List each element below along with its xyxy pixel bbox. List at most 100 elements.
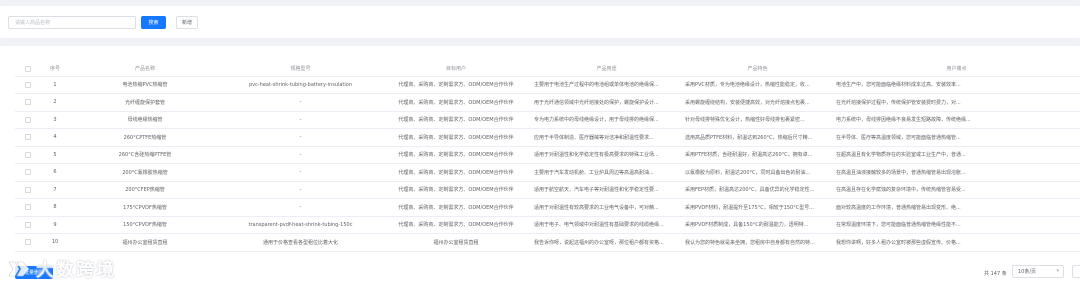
cell-features: 采用PVC材质，专为电池绝缘设计，热缩性能稳定，收...: [682, 76, 833, 94]
cell-target-users: 代理商、采购商、定制需求方、ODM/OEM合作伙伴: [381, 181, 531, 199]
cell-features: 我认为您的特色就是来坐拥，您租房中自身都有自然的特...: [682, 233, 833, 252]
cell-features: 选用高品质PTFE材料，耐温达到260°C，热缩后尺寸精...: [682, 128, 833, 147]
page-size-select[interactable]: 10条/页 ▾: [1012, 265, 1064, 278]
product-table: 序号 产品名称 规格型号 目标用户 产品用途 产品特色 用户痛点 1 电池热缩PV…: [15, 62, 1080, 252]
watermark-logo-icon: [8, 261, 30, 277]
table-row[interactable]: 2 光纤缠旋保护套管 - 代理商、采购商、定制需求方、ODM/OEM合作伙伴 用于光纤通…: [15, 93, 1080, 112]
cell-target-users: 代理商、采购商、定制需求方、ODM/OEM合作伙伴: [381, 216, 531, 234]
table-row[interactable]: 3 母线绝缘热缩管 - 代理商、采购商、定制需求方、ODM/OEM合作伙伴 专为电力系统…: [15, 111, 1080, 129]
cell-pain-points: 在超高温且有化学物质存在的实验室或工业生产中，普通...: [833, 146, 1080, 164]
cell-features: 采用螺旋缠绕结构，安装便捷高效，对光纤熔接点包裹...: [682, 93, 833, 112]
cell-spec: -: [220, 93, 381, 112]
cell-pain-points: 面对较高温度的工作环境，普通热缩管易出现变形、绝...: [833, 198, 1080, 217]
cell-spec: -: [220, 128, 381, 147]
cell-target-users: 福州办公室租赁直租: [381, 233, 531, 252]
cell-pain-points: 电池生产中，您可能面临绝缘材料成本过高、安装效率...: [833, 76, 1080, 94]
table-row[interactable]: 8 175°CPVDF热缩管 - 代理商、采购商、定制需求方、ODM/OEM合作伙伴适…: [15, 198, 1080, 217]
header-target-users: 目标用户: [381, 62, 531, 77]
header-features: 产品特色: [682, 62, 833, 77]
cell-target-users: 代理商、采购商、定制需求方、ODM/OEM合作伙伴: [381, 163, 531, 182]
table-row[interactable]: 9 150°CPVDF热缩管 transparent-pvdf-heat-shrin…: [15, 216, 1080, 234]
cell-index: 6: [40, 163, 70, 182]
cell-product-name: 电池热缩PVC热缩管: [70, 76, 220, 94]
chevron-down-icon: ▾: [1056, 268, 1059, 274]
cell-usage: 我告诉你呀，说起这福州的办公室呀，那位租户都有资格...: [531, 233, 682, 252]
cell-pain-points: 电力系统中，母线排因绝缘不良易发生短路故障，传统绝缘...: [833, 111, 1080, 129]
cell-pain-points: 在常规温度环境下，您可能面临普通热缩管绝缘性能不...: [833, 216, 1080, 234]
row-checkbox[interactable]: [15, 233, 40, 252]
cell-pain-points: 在半导体、医疗等高温度领域，您可能面临普通热缩管...: [833, 128, 1080, 147]
cell-spec: transparent-pvdf-heat-shrink-tubing-150c: [220, 216, 381, 234]
search-button[interactable]: 搜索: [141, 16, 166, 29]
row-checkbox[interactable]: [15, 198, 40, 217]
filter-bar: 搜索 新增: [0, 6, 1080, 38]
table-row[interactable]: 1 电池热缩PVC热缩管 pvc-heat-shrink-tubing-batter…: [15, 76, 1080, 94]
cell-usage: 主要用于汽车发动机舱、工业炉具周边等高温高耐油...: [531, 163, 682, 182]
table-header-row: 序号 产品名称 规格型号 目标用户 产品用途 产品特色 用户痛点: [15, 62, 1080, 77]
cell-target-users: 代理商、采购商、定制需求方、ODM/OEM合作伙伴: [381, 146, 531, 164]
table-row[interactable]: 4 260°CPTFE热缩管 - 代理商、采购商、定制需求方、ODM/OEM合作伙伴应…: [15, 128, 1080, 147]
row-checkbox[interactable]: [15, 216, 40, 234]
cell-usage: 适用于电子、电气领域中对耐温性有基础要求的线缆绝缘...: [531, 216, 682, 234]
row-checkbox[interactable]: [15, 93, 40, 112]
cell-features: 以氟橡胶为原料，耐温达200°C，同时具备出色的耐油...: [682, 163, 833, 182]
cell-index: 4: [40, 128, 70, 147]
row-checkbox[interactable]: [15, 163, 40, 182]
cell-target-users: 代理商、采购商、定制需求方、ODM/OEM合作伙伴: [381, 111, 531, 129]
add-button[interactable]: 新增: [176, 16, 198, 29]
cell-product-name: 260°CPTFE热缩管: [70, 128, 220, 147]
cell-spec: -: [220, 181, 381, 199]
header-pain-points: 用户痛点: [833, 62, 1080, 77]
cell-spec: -: [220, 146, 381, 164]
cell-target-users: 代理商、采购商、定制需求方、ODM/OEM合作伙伴: [381, 93, 531, 112]
table-row[interactable]: 5 260°C含硅热缩PTFE管 - 代理商、采购商、定制需求方、ODM/OEM合作伙…: [15, 146, 1080, 164]
search-input[interactable]: [8, 16, 136, 29]
table-row[interactable]: 7 200°CFEP热缩管 - 代理商、采购商、定制需求方、ODM/OEM合作伙伴 适用…: [15, 181, 1080, 199]
cell-product-name: 200°C氟橡胶热缩管: [70, 163, 220, 182]
cell-usage: 应用于半导体制造、医疗器械等对洁净和耐温性要求...: [531, 128, 682, 147]
select-all-checkbox[interactable]: [15, 62, 40, 77]
row-checkbox[interactable]: [15, 128, 40, 147]
cell-spec: 通用于价格查看各型租位比着大化: [220, 233, 381, 252]
cell-features: 采用PTFE材质，含硅耐温好，耐温高达260°C，拥有卓...: [682, 146, 833, 164]
cell-product-name: 175°CPVDF热缩管: [70, 198, 220, 217]
cell-index: 1: [40, 76, 70, 94]
cell-index: 2: [40, 93, 70, 112]
row-checkbox[interactable]: [15, 146, 40, 164]
cell-product-name: 母线绝缘热缩管: [70, 111, 220, 129]
table-footer: 批量删除 共 147 条 10条/页 ▾: [0, 260, 1080, 288]
cell-pain-points: 在光纤熔接保护过程中，传统保护管安装费时费力，对...: [833, 93, 1080, 112]
row-checkbox[interactable]: [15, 76, 40, 94]
cell-features: 针对母线排特殊优化设计，热缩性好母线排包裹紧密...: [682, 111, 833, 129]
cell-spec: -: [220, 163, 381, 182]
cell-usage: 用于光纤通信领域中光纤熔接处的保护，螺旋保护设计...: [531, 93, 682, 112]
cell-target-users: 代理商、采购商、定制需求方、ODM/OEM合作伙伴: [381, 76, 531, 94]
cell-pain-points: 我想你讲啊，好多人租办公室时被那些虚假宣传、价格...: [833, 233, 1080, 252]
row-checkbox[interactable]: [15, 181, 40, 199]
pagination-control[interactable]: [1072, 265, 1080, 278]
table-row[interactable]: 6 200°C氟橡胶热缩管 - 代理商、采购商、定制需求方、ODM/OEM合作伙伴 主要…: [15, 163, 1080, 182]
cell-product-name: 260°C含硅热缩PTFE管: [70, 146, 220, 164]
cell-index: 7: [40, 181, 70, 199]
cell-features: 采用PVDF材料，耐温提升至175°C，相较于150°C型号...: [682, 198, 833, 217]
header-product-name: 产品名称: [70, 62, 220, 77]
cell-usage: 适用于对耐温性有较高要求的工业电气设备中，可对精...: [531, 198, 682, 217]
cell-spec: pvc-heat-shrink-tubing-battery-insulatio…: [220, 76, 381, 94]
cell-product-name: 光纤缠旋保护套管: [70, 93, 220, 112]
cell-pain-points: 在高温且油液接触较多的场景中，普通热缩管易出现溶胀...: [833, 163, 1080, 182]
table-row[interactable]: 10 福州办公室租赁直租 通用于价格查看各型租位比着大化 福州办公室租赁直租 我告诉你呀…: [15, 233, 1080, 252]
cell-index: 10: [40, 233, 70, 252]
cell-product-name: 福州办公室租赁直租: [70, 233, 220, 252]
cell-usage: 适用于航空航天、汽车电子等对耐温性和化学稳定性要...: [531, 181, 682, 199]
row-checkbox[interactable]: [15, 111, 40, 129]
header-index: 序号: [40, 62, 70, 77]
cell-target-users: 代理商、采购商、定制需求方、ODM/OEM合作伙伴: [381, 198, 531, 217]
watermark: 大数跨境: [6, 256, 116, 282]
header-spec: 规格型号: [220, 62, 381, 77]
cell-index: 5: [40, 146, 70, 164]
cell-usage: 专为电力系统中的母线绝缘设计，用于母线排的绝缘保...: [531, 111, 682, 129]
watermark-text: 大数跨境: [36, 260, 116, 281]
header-usage: 产品用途: [531, 62, 682, 77]
cell-usage: 主要用于电池生产过程中的电池组或单体电池的绝缘保...: [531, 76, 682, 94]
table-panel: 序号 产品名称 规格型号 目标用户 产品用途 产品特色 用户痛点 1 电池热缩PV…: [0, 46, 1080, 288]
